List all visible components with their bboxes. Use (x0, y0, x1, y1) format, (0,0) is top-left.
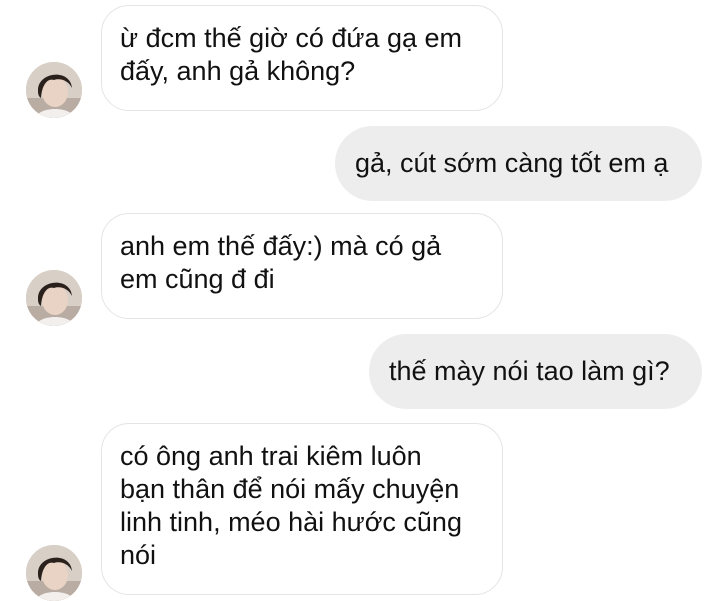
message-text-line: bạn thân để nói mấy chuyện (120, 474, 460, 504)
message-text-line: gả, cút sớm càng tốt em ạ (355, 148, 669, 178)
message-text-line: ừ đcm thế giờ có đứa gạ em (120, 23, 463, 53)
message-text-line: anh em thế đấy:) mà có gả (120, 231, 442, 261)
message-text-line: nói (120, 540, 157, 570)
message-bubble-outgoing[interactable]: thế mày nói tao làm gì? (369, 334, 702, 409)
avatar-photo-icon (26, 545, 82, 601)
message-text-line: đấy, anh gả không? (120, 56, 356, 86)
message-bubble-outgoing[interactable]: gả, cút sớm càng tốt em ạ (335, 126, 702, 201)
message-text-line: có ông anh trai kiêm luôn (120, 441, 422, 471)
avatar-photo-icon (26, 62, 82, 118)
message-bubble-incoming[interactable]: có ông anh trai kiêm luôn bạn thân để nó… (101, 423, 503, 595)
contact-avatar[interactable] (26, 270, 82, 326)
message-bubble-incoming[interactable]: ừ đcm thế giờ có đứa gạ em đấy, anh gả k… (101, 5, 503, 111)
message-text-line: thế mày nói tao làm gì? (389, 356, 670, 386)
message-text-line: linh tinh, méo hài hước cũng (120, 507, 462, 537)
message-text-line: em cũng đ đi (120, 264, 275, 294)
chat-thread: ừ đcm thế giờ có đứa gạ em đấy, anh gả k… (0, 0, 720, 601)
avatar-photo-icon (26, 270, 82, 326)
contact-avatar[interactable] (26, 545, 82, 601)
contact-avatar[interactable] (26, 62, 82, 118)
message-bubble-incoming[interactable]: anh em thế đấy:) mà có gả em cũng đ đi (101, 213, 503, 319)
